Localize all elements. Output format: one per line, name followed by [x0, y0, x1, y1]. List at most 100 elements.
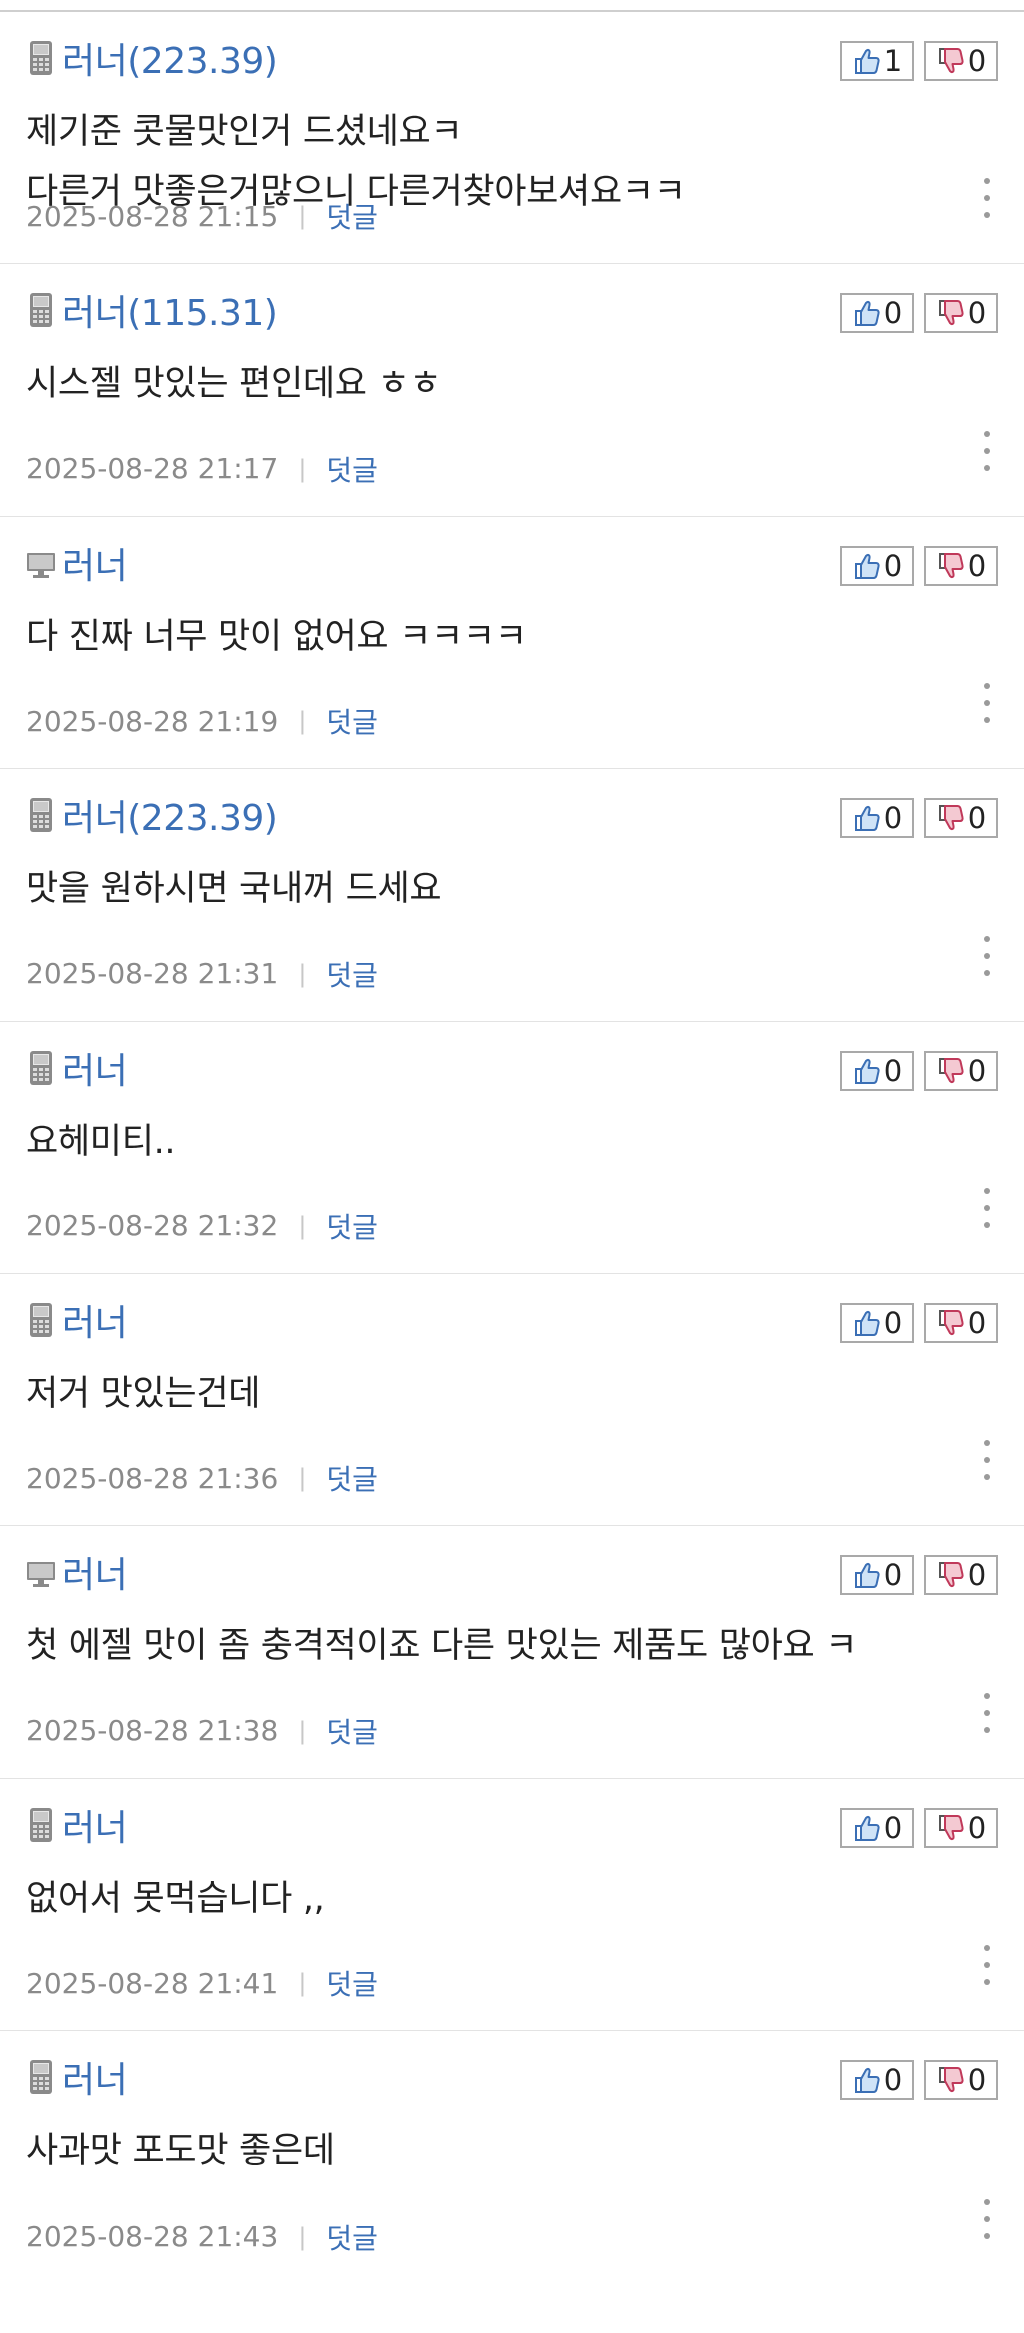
- dislike-button[interactable]: 0: [924, 1807, 998, 1848]
- comment-item: 러너 0 0 다 진짜 너무 맛이 없어요 ㅋㅋㅋㅋ 2025-08-28 21…: [0, 517, 1024, 770]
- like-button[interactable]: 1: [840, 41, 914, 81]
- dislike-button[interactable]: 0: [924, 798, 998, 839]
- comment-line: 첫 에젤 맛이 좀 충격적이죠 다른 맛있는 제품도 많아요 ㅋ: [26, 1626, 858, 1667]
- more-options-icon[interactable]: [978, 2198, 996, 2239]
- more-options-icon[interactable]: [978, 1692, 996, 1733]
- more-options-icon[interactable]: [978, 935, 996, 976]
- more-options-icon[interactable]: [978, 1187, 996, 1228]
- thumbs-up-icon: [854, 48, 880, 74]
- like-button[interactable]: 0: [840, 545, 914, 586]
- comment-body: 다 진짜 너무 맛이 없어요 ㅋㅋㅋㅋ: [26, 607, 964, 667]
- reply-link[interactable]: 덧글: [326, 1963, 378, 2003]
- meta-separator: |: [298, 454, 307, 483]
- comment-meta: 2025-08-28 21:31 | 덧글: [26, 954, 378, 994]
- dislike-button[interactable]: 0: [924, 2060, 998, 2101]
- comment-item: 러너 0 0 사과맛 포도맛 좋은데 2025-08-28 21:43 | 덧글: [0, 2031, 1024, 2283]
- comment-body: 저거 맛있는건데: [26, 1364, 964, 1424]
- author-name[interactable]: 러너: [62, 1546, 128, 1598]
- comment-author: 러너: [26, 1552, 128, 1596]
- like-button[interactable]: 0: [840, 293, 914, 334]
- comment-line: 없어서 못먹습니다 ,,: [26, 1878, 325, 1919]
- comment-timestamp: 2025-08-28 21:32: [26, 1209, 279, 1243]
- comment-meta: 2025-08-28 21:19 | 덧글: [26, 701, 378, 741]
- comment-meta: 2025-08-28 21:38 | 덧글: [26, 1711, 378, 1751]
- author-name[interactable]: 러너(115.31): [62, 284, 278, 336]
- reply-link[interactable]: 덧글: [326, 2217, 378, 2257]
- thumbs-down-icon: [938, 300, 964, 326]
- reply-link[interactable]: 덧글: [326, 701, 378, 741]
- dislike-count: 0: [967, 801, 987, 836]
- dislike-count: 0: [967, 44, 987, 78]
- comment-timestamp: 2025-08-28 21:41: [26, 1966, 279, 2000]
- dislike-button[interactable]: 0: [924, 1555, 998, 1596]
- comment-line: 요헤미티..: [26, 1121, 176, 1162]
- comment-item: 러너 0 0 요헤미티.. 2025-08-28 21:32 | 덧글: [0, 1022, 1024, 1274]
- like-button[interactable]: 0: [840, 798, 914, 839]
- comment-list: 러너(223.39) 1 0 제기준 콧물맛인거 드셨네요ㅋ 다른거 맛좋은거많…: [0, 12, 1024, 2284]
- dislike-button[interactable]: 0: [924, 1050, 998, 1091]
- reply-link[interactable]: 덧글: [326, 1458, 378, 1498]
- like-button[interactable]: 0: [840, 1555, 914, 1596]
- thumbs-up-icon: [854, 1563, 880, 1589]
- reply-link[interactable]: 덧글: [326, 449, 378, 489]
- more-options-icon[interactable]: [978, 1440, 996, 1481]
- comment-item: 러너(223.39) 0 0 맛을 원하시면 국내꺼 드세요 2025-08-2…: [0, 769, 1024, 1022]
- reply-link[interactable]: 덧글: [326, 1206, 378, 1246]
- dislike-button[interactable]: 0: [924, 545, 998, 586]
- comment-author: 러너(115.31): [26, 290, 278, 334]
- comment-line: 사과맛 포도맛 좋은데: [26, 2131, 335, 2172]
- like-button[interactable]: 0: [840, 1807, 914, 1848]
- author-name[interactable]: 러너(223.39): [62, 789, 278, 841]
- comment-meta: 2025-08-28 21:15 | 덧글: [26, 196, 378, 236]
- author-name[interactable]: 러너(223.39): [62, 32, 278, 84]
- vote-buttons: 0 0: [840, 1050, 998, 1091]
- comment-meta: 2025-08-28 21:36 | 덧글: [26, 1458, 378, 1498]
- author-name[interactable]: 러너: [62, 537, 128, 589]
- vote-buttons: 1 0: [840, 41, 998, 81]
- like-button[interactable]: 0: [840, 2060, 914, 2101]
- dislike-count: 0: [967, 1810, 987, 1845]
- like-count: 0: [883, 1053, 903, 1088]
- like-count: 0: [883, 2063, 903, 2098]
- thumbs-up-icon: [854, 1310, 880, 1336]
- vote-buttons: 0 0: [840, 1807, 998, 1848]
- mobile-phone-icon: [26, 1807, 56, 1843]
- comment-item: 러너 0 0 없어서 못먹습니다 ,, 2025-08-28 21:41 | 덧…: [0, 1779, 1024, 2032]
- comment-line: 맛을 원하시면 국내꺼 드세요: [26, 869, 442, 910]
- thumbs-up-icon: [854, 301, 880, 327]
- comment-body: 요헤미티..: [26, 1112, 964, 1172]
- comment-item: 러너 0 0 저거 맛있는건데 2025-08-28 21:36 | 덧글: [0, 1274, 1024, 1527]
- reply-link[interactable]: 덧글: [326, 954, 378, 994]
- meta-separator: |: [298, 1211, 307, 1240]
- more-options-icon[interactable]: [978, 683, 996, 724]
- dislike-button[interactable]: 0: [924, 1302, 998, 1343]
- dislike-count: 0: [967, 548, 987, 583]
- dislike-button[interactable]: 0: [924, 293, 998, 334]
- dislike-button[interactable]: 0: [924, 41, 998, 81]
- comment-author: 러너: [26, 543, 128, 587]
- more-options-icon[interactable]: [978, 430, 996, 471]
- desktop-monitor-icon: [26, 545, 56, 581]
- author-name[interactable]: 러너: [62, 1042, 128, 1094]
- like-button[interactable]: 0: [840, 1302, 914, 1343]
- author-name[interactable]: 러너: [62, 2051, 128, 2103]
- mobile-phone-icon: [26, 2059, 56, 2095]
- meta-separator: |: [298, 1969, 307, 1998]
- comment-line: 제기준 콧물맛인거 드셨네요ㅋ: [26, 112, 463, 152]
- comment-author: 러너: [26, 1048, 128, 1092]
- more-options-icon[interactable]: [978, 178, 996, 219]
- reply-link[interactable]: 덧글: [326, 196, 378, 236]
- comment-meta: 2025-08-28 21:17 | 덧글: [26, 449, 378, 489]
- meta-separator: |: [298, 1464, 307, 1493]
- author-name[interactable]: 러너: [62, 1799, 128, 1851]
- like-count: 0: [883, 548, 903, 583]
- more-options-icon[interactable]: [978, 1945, 996, 1986]
- vote-buttons: 0 0: [840, 545, 998, 586]
- thumbs-down-icon: [938, 1562, 964, 1588]
- reply-link[interactable]: 덧글: [326, 1711, 378, 1751]
- comment-timestamp: 2025-08-28 21:31: [26, 957, 279, 991]
- like-button[interactable]: 0: [840, 1050, 914, 1091]
- dislike-count: 0: [967, 1558, 987, 1593]
- author-name[interactable]: 러너: [62, 1294, 128, 1346]
- like-count: 0: [883, 1558, 903, 1593]
